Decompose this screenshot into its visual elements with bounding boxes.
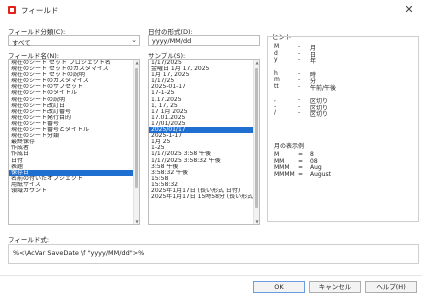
scroll-down-icon[interactable]: ▼ (134, 219, 139, 224)
footer-divider (0, 275, 422, 276)
footer: OK キャンセル ヘルプ(H) (0, 280, 422, 297)
close-icon[interactable]: ✕ (402, 3, 416, 17)
chevron-down-icon: ⌄ (131, 36, 137, 44)
date-format-input[interactable]: yyyy/MM/dd (148, 35, 260, 46)
sample-item[interactable]: 2025年1月17日 15時58分 (長い形式... (149, 194, 259, 200)
samples-scrollbar[interactable]: ▲ ▼ (253, 60, 259, 224)
hint-dash: = (298, 170, 304, 178)
samples-items: 1/17/2025 金曜日 1月 17, 2025 1月 17, 2025 1/17/… (149, 60, 259, 200)
hint-key: MMMM (274, 170, 295, 178)
app-icon (8, 6, 16, 14)
help-button[interactable]: ヘルプ(H) (365, 281, 417, 293)
field-names-scrollbar[interactable]: ▲ ▼ (133, 60, 139, 224)
hint-dash: - (298, 56, 301, 63)
field-expression-value: %<\AcVar SaveDate \f "yyyy/MM/dd">% (13, 249, 145, 257)
scroll-up-icon[interactable]: ▲ (134, 60, 139, 65)
scroll-thumb[interactable] (135, 68, 138, 188)
field-names-list[interactable]: 現在のシート セット プロジェクト名 現在のシート セットのカスタマイズ 現在のシー… (8, 59, 140, 225)
hint-dash: - (298, 82, 301, 90)
hint-key: / (274, 109, 277, 116)
field-names-items: 現在のシート セット プロジェクト名 現在のシート セットのカスタマイズ 現在のシー… (9, 60, 139, 194)
field-expression-box: %<\AcVar SaveDate \f "yyyy/MM/dd">% (8, 244, 419, 264)
window-title: フィールド (21, 6, 59, 15)
month-example-title: 月の表示例 (274, 143, 305, 150)
hint-desc: 区切り (310, 111, 329, 118)
hint-desc: August (310, 170, 331, 178)
title-bar: フィールド ✕ (0, 0, 422, 20)
field-expression-label: フィールド式: (8, 236, 50, 244)
ok-button[interactable]: OK (253, 281, 305, 293)
hint-dash: - (298, 109, 301, 116)
hint-key: tt (274, 82, 279, 90)
field-category-value: すべて (12, 39, 31, 47)
field-name-item[interactable]: 領域カウント (9, 188, 139, 194)
samples-list[interactable]: 1/17/2025 金曜日 1月 17, 2025 1月 17, 2025 1/17/… (148, 59, 260, 225)
scroll-down-icon[interactable]: ▼ (254, 219, 259, 224)
cancel-button[interactable]: キャンセル (309, 281, 361, 293)
hint-panel: M - 月 d - 日 y - 年 h - 時 m - 分 tt - 午前/午後, - 区切り - - 区切り / - 区切り 月… (267, 36, 419, 222)
field-category-select[interactable]: すべて ⌄ (8, 35, 140, 47)
hint-key: y (274, 56, 278, 63)
date-format-value: yyyy/MM/dd (152, 37, 192, 45)
hint-desc: 年 (310, 58, 317, 65)
scroll-up-icon[interactable]: ▲ (254, 60, 259, 65)
scroll-thumb[interactable] (255, 68, 258, 208)
hint-desc: 午前/午後 (310, 84, 337, 92)
